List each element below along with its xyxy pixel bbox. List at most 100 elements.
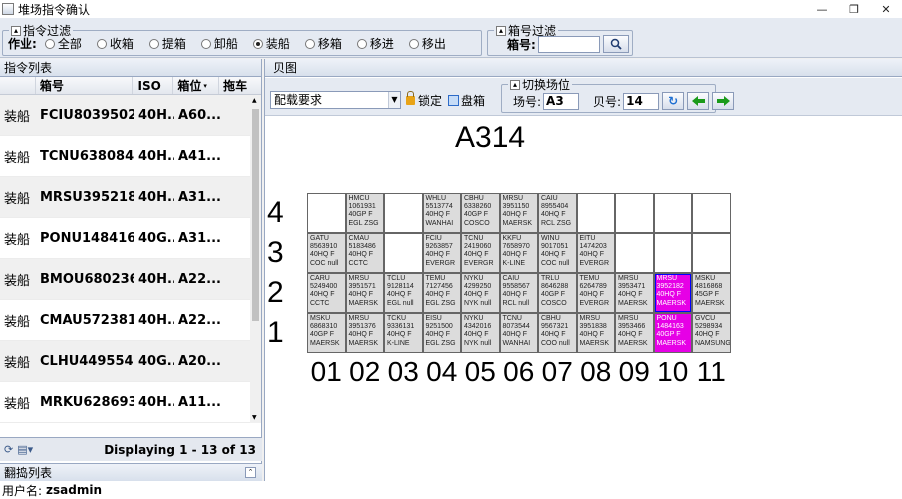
bay-cell[interactable]: MRSU 3951150 40HQ F MAERSK (499, 193, 538, 233)
bay-cell[interactable]: EITU 1474203 40HQ F EVERGR (576, 233, 615, 273)
area-input[interactable] (543, 92, 580, 110)
bay-cell[interactable]: TCLU 9128114 40HQ F EGL null (384, 273, 423, 313)
col-box[interactable]: 箱号 (36, 77, 134, 94)
expand-icon[interactable]: ⌃ (245, 467, 256, 478)
bay-cell[interactable]: GVCU 5298934 40HQ F NAMSUNG (692, 313, 731, 353)
bay-cell[interactable]: MRSU 3951838 40HQ F MAERSK (576, 313, 615, 353)
refresh-icon[interactable]: ⟳ (4, 443, 13, 456)
previous-bay-button[interactable] (687, 92, 710, 110)
bay-cell[interactable] (384, 193, 423, 233)
table-row[interactable]: 装船 CLHU449554840G...A20... (0, 341, 250, 382)
minimize-button[interactable]: — (806, 0, 838, 18)
bay-cell[interactable]: KKFU 7658970 40HQ F K-LINE (499, 233, 538, 273)
table-row[interactable]: 装船 MRSU395218240H...A31... (0, 177, 250, 218)
scroll-down-icon[interactable]: ▼ (252, 414, 257, 421)
cell-line: K-LINE (502, 259, 526, 267)
radio-option[interactable]: 全部 (44, 35, 82, 52)
bay-cell[interactable] (576, 193, 615, 233)
bay-cell[interactable] (653, 233, 692, 273)
cell-line: COSCO (464, 219, 490, 227)
reload-button[interactable]: ↻ (662, 92, 685, 110)
vertical-scrollbar[interactable]: ▲ ▼ (250, 95, 261, 423)
col-truck[interactable]: 拖车 (219, 77, 261, 94)
bay-cell[interactable]: CARU 5249400 40HQ F CCTC (307, 273, 346, 313)
restore-button[interactable]: ❐ (838, 0, 870, 18)
bay-cell[interactable]: TCKU 9336131 40HQ F K-LINE (384, 313, 423, 353)
bay-cell[interactable]: PONU 1484163 40GP F MAERSK (653, 313, 692, 353)
stow-requirement-select[interactable]: 配载要求 ▼ (270, 91, 401, 109)
flip-list-header[interactable]: 翻捣列表 ⌃ (0, 463, 262, 481)
bay-cell[interactable]: TEMU 6264789 40HQ F EVERGR (576, 273, 615, 313)
bay-cell[interactable] (307, 193, 346, 233)
cell-box: PONU1484163 (40, 230, 134, 246)
table-row[interactable]: 装船 FCIU803950240H...A60... (0, 95, 250, 136)
chevron-down-icon[interactable]: ▼ (388, 92, 400, 108)
bay-cell[interactable]: CAIU 9558567 40HQ F RCL null (499, 273, 538, 313)
col-iso[interactable]: ISO (133, 77, 174, 94)
cell-line: 3952182 (656, 283, 684, 291)
box-number-input[interactable] (537, 35, 600, 53)
radio-option[interactable]: 移箱 (304, 35, 342, 52)
bay-cell[interactable]: MRSU 3951571 40HQ F MAERSK (345, 273, 384, 313)
bay-cell[interactable]: MRSU 3951376 40HQ F MAERSK (345, 313, 384, 353)
bay-cell[interactable]: NYKU 4342016 40HQ F NYK null (461, 313, 500, 353)
lock-button[interactable]: 锁定 (406, 91, 442, 109)
scroll-up-icon[interactable]: ▲ (252, 97, 257, 104)
bay-cell[interactable]: FCIU 9263857 40HQ F EVERGR (422, 233, 461, 273)
cell-line: CAIU (541, 195, 558, 202)
radio-option[interactable]: 装船 (252, 35, 290, 52)
bay-cell[interactable]: CBHU 6338260 40GP F COSCO (461, 193, 500, 233)
bay-cell[interactable]: WINU 9017051 40HQ F COC null (538, 233, 577, 273)
radio-option[interactable]: 卸船 (200, 35, 238, 52)
column-menu-icon[interactable]: ▤▾ (17, 443, 33, 456)
scroll-thumb[interactable] (252, 109, 259, 321)
bay-cell[interactable] (653, 193, 692, 233)
table-row[interactable]: 装船 PONU148416340G...A31... (0, 218, 250, 259)
bay-cell[interactable]: TCNU 2419060 40HQ F EVERGR (461, 233, 500, 273)
collapse-icon[interactable]: ▴ (11, 25, 21, 36)
bay-cell[interactable]: MRSU 3953466 40HQ F MAERSK (615, 313, 654, 353)
bay-cell[interactable]: CMAU 5183486 40HQ F CCTC (345, 233, 384, 273)
table-row[interactable]: 装船 TCNU638084040H...A41... (0, 136, 250, 177)
cell-line: 9567321 (541, 323, 569, 331)
bay-cell[interactable]: CBHU 9567321 40HQ F COO null (538, 313, 577, 353)
bay-cell[interactable]: TRLU 8646288 40GP F COSCO (538, 273, 577, 313)
bay-cell[interactable]: TEMU 7127456 40HQ F EGL ZSG (422, 273, 461, 313)
inventory-button[interactable]: 盘箱 (448, 92, 485, 109)
bay-cell[interactable]: MRSU 3953471 40HQ F MAERSK (615, 273, 654, 313)
radio-option[interactable]: 收箱 (96, 35, 134, 52)
bay-cell[interactable]: GATU 8563910 40HQ F COC null (307, 233, 346, 273)
col-position[interactable]: 箱位 ▾ (173, 77, 220, 94)
radio-option[interactable]: 提箱 (148, 35, 186, 52)
table-row[interactable]: 装船 BMOU680236640H...A22... (0, 259, 250, 300)
bay-cell[interactable]: MSKU 6868310 40GP F MAERSK (307, 313, 346, 353)
bay-cell[interactable]: EISU 9251500 40HQ F EGL ZSG (422, 313, 461, 353)
bay-view-panel: 贝图 配载要求 ▼ 锁定 盘箱 ▴切换场位 场号: 贝号: ↻ A314 4 3 2… (264, 59, 902, 481)
col-op[interactable] (0, 77, 36, 94)
cell-line: 5183486 (348, 243, 376, 251)
close-button[interactable]: ✕ (870, 0, 902, 18)
radio-option[interactable]: 移出 (408, 35, 446, 52)
next-bay-button[interactable] (712, 92, 735, 110)
collapse-icon[interactable]: ▴ (496, 25, 506, 36)
bay-cell[interactable]: WHLU 5513774 40HQ F WANHAI (422, 193, 461, 233)
bay-cell[interactable]: TCNU 8073544 40HQ F WANHAI (499, 313, 538, 353)
bay-cell[interactable]: HMCU 1061931 40GP F EGL ZSG (345, 193, 384, 233)
collapse-icon[interactable]: ▴ (510, 79, 520, 90)
search-button[interactable] (602, 35, 629, 53)
bay-cell[interactable] (615, 233, 654, 273)
bay-cell[interactable]: CAIU 8955404 40HQ F RCL ZSG (538, 193, 577, 233)
bay-cell[interactable] (384, 233, 423, 273)
bay-cell[interactable] (692, 193, 731, 233)
bay-cell[interactable]: MSKU 4816868 45GP F MAERSK (692, 273, 731, 313)
bay-cell[interactable]: NYKU 4299250 40HQ F NYK null (461, 273, 500, 313)
radio-option[interactable]: 移进 (356, 35, 394, 52)
table-row[interactable]: 装船 CMAU572381440H...A22... (0, 300, 250, 341)
cell-line: 5298934 (695, 323, 723, 331)
cell-line: 40HQ F (541, 251, 566, 259)
bay-cell[interactable] (692, 233, 731, 273)
bay-input[interactable] (623, 92, 660, 110)
table-row[interactable]: 装船 MRKU628693440H...A11... (0, 382, 250, 423)
bay-cell[interactable]: MRSU 3952182 40HQ F MAERSK (653, 273, 692, 313)
bay-cell[interactable] (615, 193, 654, 233)
